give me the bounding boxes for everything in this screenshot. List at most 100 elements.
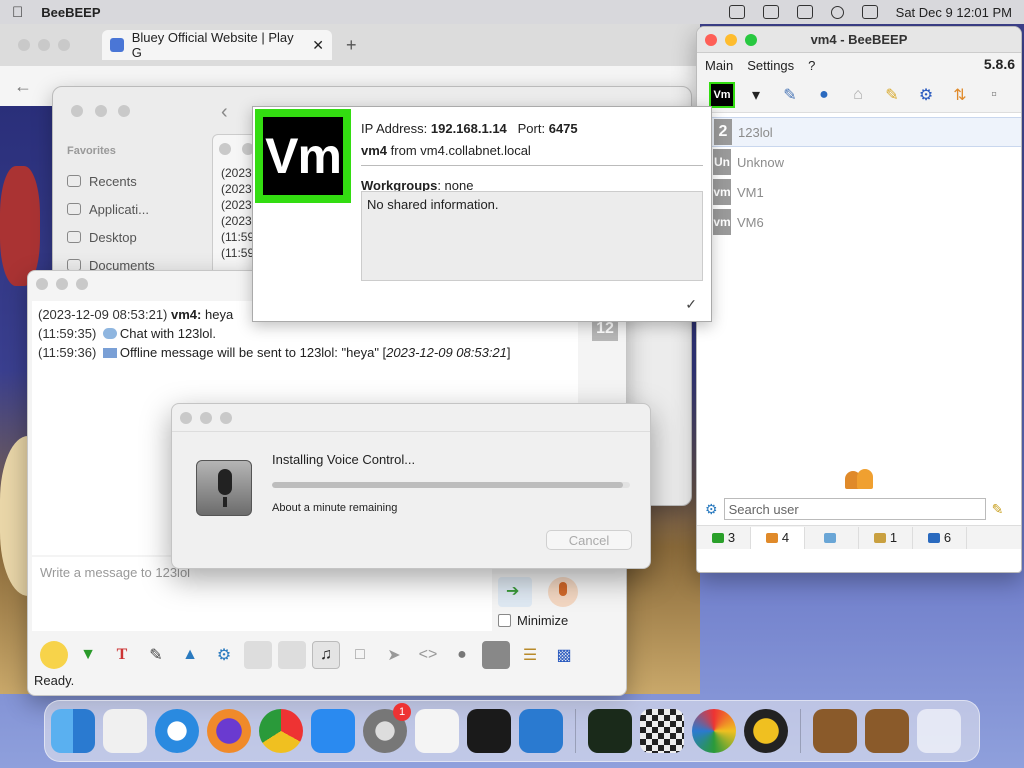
close-window-button[interactable] [18, 39, 30, 51]
status-dropdown-icon[interactable]: ▾ [743, 82, 769, 108]
screen-mirroring-icon[interactable] [796, 5, 813, 19]
notification-badge: 1 [393, 703, 411, 721]
finder-dock-icon[interactable] [51, 709, 95, 753]
dock-separator [575, 709, 576, 753]
back-chevron-icon[interactable]: ‹ [221, 101, 228, 124]
firefox-dock-icon[interactable] [207, 709, 251, 753]
spellcheck-icon[interactable] [244, 641, 272, 669]
new-tab-button[interactable]: + [346, 35, 357, 56]
desktop-icon [67, 231, 81, 243]
dock: 1 [44, 700, 980, 762]
settings-gear-icon[interactable]: ⚙ [210, 641, 238, 669]
user-item[interactable]: vm VM1 [697, 177, 1021, 207]
color-pen-icon[interactable]: ✎ [142, 641, 170, 669]
beebeep-status-icon[interactable] [728, 5, 745, 19]
search-user-input[interactable]: Search user [723, 498, 986, 520]
system-settings-dock-icon[interactable]: 1 [363, 703, 411, 753]
sidebar-item-recents[interactable]: Recents [67, 167, 179, 195]
close-window-button[interactable] [219, 143, 231, 155]
search-options-icon[interactable]: ⚙ [705, 501, 718, 518]
chat-toolbar: ▼ T ✎ ▲ ⚙ ♫ □ ➤ <> ● ☰ ▩ [32, 635, 622, 675]
menubar-clock[interactable]: Sat Dec 9 12:01 PM [896, 5, 1012, 20]
forward-icon[interactable]: ➤ [380, 641, 408, 669]
control-center-icon[interactable] [861, 5, 878, 19]
note-icon[interactable]: ✎ [879, 82, 905, 108]
tab-users[interactable]: 4 [751, 526, 805, 549]
launchpad-dock-icon[interactable] [103, 709, 147, 753]
zoom-window-button[interactable] [58, 39, 70, 51]
browser-tab[interactable]: Bluey Official Website | Play G ✕ [102, 30, 332, 60]
beebeep-dock-icon[interactable] [744, 709, 788, 753]
tab-network[interactable]: 6 [913, 526, 967, 549]
clear-search-icon[interactable]: ✎ [992, 501, 1004, 518]
port-label: Port: [517, 120, 546, 136]
text-format-icon[interactable] [278, 641, 306, 669]
apple-menu-icon[interactable]:  [12, 4, 23, 21]
home-icon[interactable]: ⌂ [845, 82, 871, 108]
sidebar-item-applications[interactable]: Applicati... [67, 195, 179, 223]
app-menu-name[interactable]: BeeBEEP [41, 5, 100, 20]
minimize-checkbox[interactable]: Minimize [498, 613, 568, 628]
version-label: 5.8.6 [983, 56, 1015, 72]
zoom-window-button[interactable] [220, 411, 232, 424]
safari-dock-icon[interactable] [155, 709, 199, 753]
chrome-dock-icon[interactable] [259, 709, 303, 753]
vscode-dock-icon[interactable] [519, 709, 563, 753]
screenshot-icon[interactable] [482, 641, 510, 669]
window-switch-icon[interactable] [762, 5, 779, 19]
menu-help[interactable]: ? [808, 58, 815, 73]
trash-icon[interactable]: ▫ [981, 82, 1007, 108]
close-window-button[interactable] [71, 105, 83, 117]
separator [361, 165, 703, 166]
record-icon[interactable]: ● [448, 641, 476, 669]
cancel-button[interactable]: Cancel [546, 530, 632, 550]
color-picker-dock-icon[interactable] [692, 709, 736, 753]
music-note-icon[interactable]: ♫ [312, 641, 340, 669]
notes-icon[interactable]: ☰ [516, 641, 544, 669]
user-item[interactable]: vm VM6 [697, 207, 1021, 237]
minimized-window-dock-icon[interactable] [813, 709, 857, 753]
filter-icon[interactable]: ▲ [176, 641, 204, 669]
transfer-icon[interactable]: ⇅ [947, 82, 973, 108]
green-arrow-icon[interactable]: ▼ [74, 641, 102, 669]
trash-dock-icon[interactable] [917, 709, 961, 753]
network-icon[interactable]: ● [811, 82, 837, 108]
minimize-window-button[interactable] [38, 39, 50, 51]
resize-grip-icon[interactable]: ✓ [685, 296, 697, 313]
spotlight-search-icon[interactable] [830, 5, 844, 19]
sidebar-item-desktop[interactable]: Desktop [67, 223, 179, 251]
zoom-window-button[interactable] [118, 105, 131, 117]
menu-settings[interactable]: Settings [747, 58, 794, 73]
profile-edit-icon[interactable]: ✎ [777, 82, 803, 108]
voice-message-button[interactable] [548, 577, 578, 607]
tab-groups[interactable]: 1 [859, 526, 913, 549]
microphone-icon [196, 460, 252, 516]
user-item[interactable]: Un Unknow [697, 147, 1021, 177]
shared-info-box: No shared information. [361, 191, 703, 281]
back-arrow-icon[interactable]: ← [14, 76, 32, 97]
textedit-dock-icon[interactable] [415, 709, 459, 753]
activity-monitor-dock-icon[interactable] [588, 709, 632, 753]
chess-dock-icon[interactable] [640, 709, 684, 753]
emoji-icon[interactable] [40, 641, 68, 669]
terminal-dock-icon[interactable] [467, 709, 511, 753]
font-icon[interactable]: T [108, 641, 136, 669]
my-avatar-button[interactable]: Vm [709, 81, 735, 108]
minimize-window-button[interactable] [94, 105, 107, 117]
tools-icon[interactable]: ⚙ [913, 82, 939, 108]
app-store-dock-icon[interactable] [311, 709, 355, 753]
close-window-button[interactable] [180, 411, 192, 424]
minimized-window-dock-icon[interactable] [865, 709, 909, 753]
code-icon[interactable]: <> [414, 641, 442, 669]
tab-messages[interactable] [805, 526, 859, 549]
checkbox-icon[interactable] [498, 614, 511, 627]
user-item[interactable]: 2 123lol [697, 117, 1021, 147]
menu-main[interactable]: Main [705, 58, 733, 73]
tab-chats[interactable]: 3 [697, 526, 751, 549]
save-icon[interactable]: ▩ [550, 641, 578, 669]
beebeep-main-window: vm4 - BeeBEEP Main Settings ? 5.8.6 Vm ▾… [696, 26, 1022, 573]
minimize-window-button[interactable] [200, 411, 212, 424]
send-message-button[interactable] [498, 577, 532, 607]
file-icon[interactable]: □ [346, 641, 374, 669]
close-tab-icon[interactable]: ✕ [312, 37, 324, 54]
